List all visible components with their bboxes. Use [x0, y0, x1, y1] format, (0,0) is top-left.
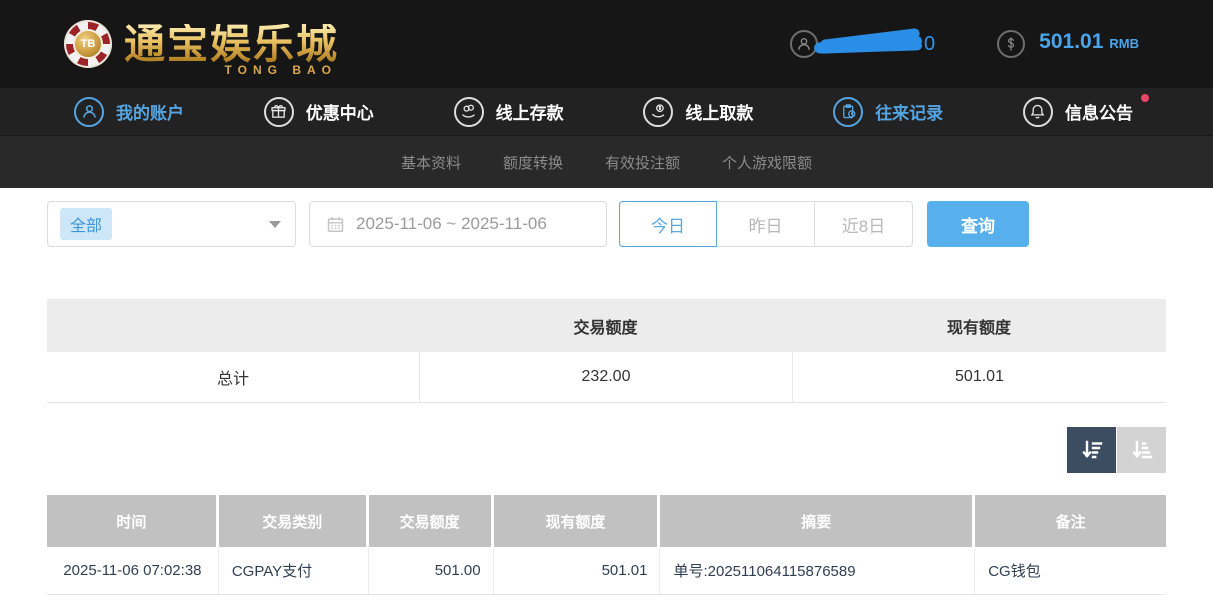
site-name: 通宝娱乐城: [124, 24, 339, 65]
top-header: TB 通宝娱乐城 TONG BAO 0 501.01: [0, 0, 1213, 88]
redacted-username-scribble: [814, 31, 926, 57]
username-area[interactable]: 0: [790, 30, 935, 58]
cell-type: CGPAY支付: [219, 547, 369, 594]
last-8-days-button[interactable]: 近8日: [815, 201, 913, 247]
withdraw-hand-dollar-icon: [643, 97, 673, 127]
selected-type-tag: 全部: [60, 208, 112, 240]
nav-promotions[interactable]: 优惠中心: [264, 97, 374, 127]
logo-text: 通宝娱乐城 TONG BAO: [124, 24, 339, 65]
cell-amount: 501.00: [369, 547, 494, 594]
records-header-row: 时间 交易类别 交易额度 现有额度 摘要 备注: [47, 495, 1166, 547]
deposit-hand-coin-icon: [454, 97, 484, 127]
main-content: 全部 2025-11-06 ~ 2025-11-06 今日 昨日 近8日 查询 …: [0, 201, 1213, 595]
records-table: 时间 交易类别 交易额度 现有额度 摘要 备注 2025-11-06 07:02…: [47, 495, 1166, 595]
nav-online-withdrawal[interactable]: 线上取款: [643, 97, 753, 127]
dollar-icon: [997, 30, 1025, 58]
sort-descending-icon: [1080, 438, 1104, 462]
nav-online-deposit[interactable]: 线上存款: [454, 97, 564, 127]
col-time: 时间: [47, 495, 219, 547]
nav-my-account[interactable]: 我的账户: [74, 97, 184, 127]
col-type: 交易类别: [219, 495, 369, 547]
sort-ascending-button[interactable]: [1117, 427, 1166, 473]
cell-note: CG钱包: [975, 547, 1166, 594]
filter-toolbar: 全部 2025-11-06 ~ 2025-11-06 今日 昨日 近8日 查询: [47, 201, 1166, 247]
col-summary: 摘要: [660, 495, 975, 547]
account-summary: 0 501.01 RMB: [790, 30, 1139, 58]
bell-icon: [1023, 97, 1053, 127]
calendar-icon: [326, 215, 345, 234]
sort-descending-button[interactable]: [1067, 427, 1116, 473]
site-name-latin: TONG BAO: [225, 64, 337, 76]
cell-time: 2025-11-06 07:02:38: [47, 547, 219, 594]
quick-date-buttons: 今日 昨日 近8日: [619, 201, 913, 247]
summary-header-row: 交易额度 现有额度: [47, 299, 1166, 352]
date-range-value: 2025-11-06 ~ 2025-11-06: [356, 214, 547, 234]
summary-total-row: 总计 232.00 501.01: [47, 352, 1166, 403]
sort-ascending-icon: [1130, 438, 1154, 462]
chip-monogram: TB: [73, 29, 103, 59]
sort-controls: [47, 427, 1166, 473]
casino-chip-icon: TB: [64, 20, 112, 68]
notification-dot: [1141, 94, 1149, 102]
summary-col-empty: [47, 299, 419, 352]
cell-balance: 501.01: [494, 547, 661, 594]
today-button[interactable]: 今日: [619, 201, 717, 247]
balance-amount: 501.01: [1039, 30, 1103, 54]
subnav-basic-info[interactable]: 基本资料: [401, 152, 461, 173]
col-note: 备注: [975, 495, 1166, 547]
user-icon: [74, 97, 104, 127]
summary-col-balance: 现有额度: [792, 299, 1166, 352]
subnav-valid-bets[interactable]: 有效投注额: [605, 152, 680, 173]
summary-total-transaction: 232.00: [419, 352, 792, 402]
nav-transaction-records[interactable]: 往来记录: [833, 97, 943, 127]
search-button[interactable]: 查询: [927, 201, 1029, 247]
yesterday-button[interactable]: 昨日: [717, 201, 815, 247]
site-logo[interactable]: TB 通宝娱乐城 TONG BAO: [64, 20, 339, 68]
subnav-personal-game-limit[interactable]: 个人游戏限额: [722, 152, 812, 173]
gift-icon: [264, 97, 294, 127]
summary-total-label: 总计: [47, 352, 419, 402]
date-range-input[interactable]: 2025-11-06 ~ 2025-11-06: [309, 201, 607, 247]
chevron-down-icon: [269, 221, 281, 228]
subnav-balance-transfer[interactable]: 额度转换: [503, 152, 563, 173]
col-balance: 现有额度: [494, 495, 661, 547]
transaction-type-select[interactable]: 全部: [47, 201, 296, 247]
table-row: 2025-11-06 07:02:38 CGPAY支付 501.00 501.0…: [47, 547, 1166, 595]
balance-area[interactable]: 501.01 RMB: [997, 30, 1139, 58]
summary-col-transaction: 交易额度: [419, 299, 792, 352]
balance-currency: RMB: [1109, 36, 1139, 51]
summary-total-balance: 501.01: [792, 352, 1166, 402]
cell-summary: 单号:202511064115876589: [660, 547, 975, 594]
main-navigation: 我的账户 优惠中心 线上存款 线上取款: [0, 88, 1213, 135]
nav-announcements[interactable]: 信息公告: [1023, 97, 1133, 127]
summary-table: 交易额度 现有额度 总计 232.00 501.01: [47, 299, 1166, 403]
col-amount: 交易额度: [369, 495, 494, 547]
account-sub-navigation: 基本资料 额度转换 有效投注额 个人游戏限额: [0, 135, 1213, 188]
records-clipboard-icon: [833, 97, 863, 127]
